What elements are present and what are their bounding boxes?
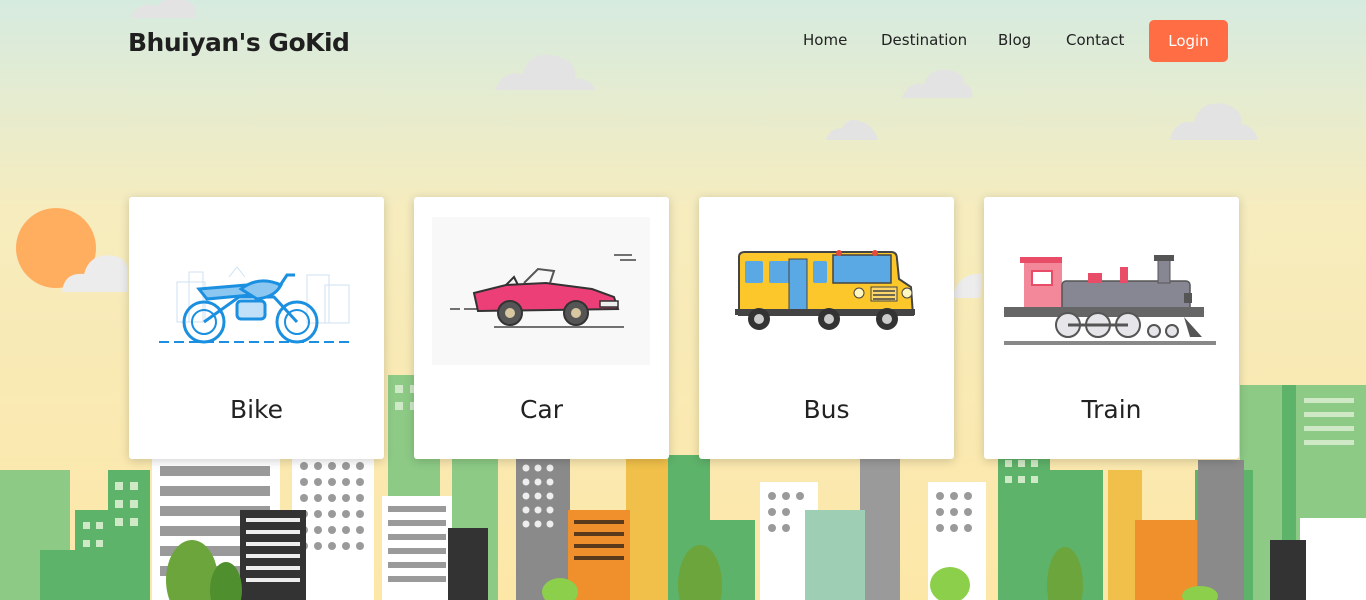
navbar: Bhuiyan's GoKid Home Destination Blog Co… (0, 0, 1366, 82)
vehicle-card-bus[interactable]: Bus (699, 197, 954, 459)
car-icon (432, 217, 650, 365)
bus-icon (735, 250, 915, 330)
nav-link-contact[interactable]: Contact (1066, 31, 1124, 49)
card-title: Bike (229, 395, 284, 424)
login-button[interactable]: Login (1149, 20, 1228, 62)
card-title: Bus (803, 395, 850, 424)
card-title: Car (519, 395, 564, 424)
vehicle-card-train[interactable]: Train (984, 197, 1239, 459)
nav-link-home[interactable]: Home (803, 31, 847, 49)
vehicle-card-car[interactable]: Car (414, 197, 669, 459)
vehicle-card-bike[interactable]: Bike (129, 197, 384, 459)
card-title: Train (1081, 395, 1142, 424)
nav-link-destination[interactable]: Destination (881, 31, 967, 49)
train-icon (1004, 255, 1216, 345)
nav-link-blog[interactable]: Blog (998, 31, 1031, 49)
brand-logo[interactable]: Bhuiyan's GoKid (128, 28, 350, 57)
bike-icon (159, 266, 351, 344)
